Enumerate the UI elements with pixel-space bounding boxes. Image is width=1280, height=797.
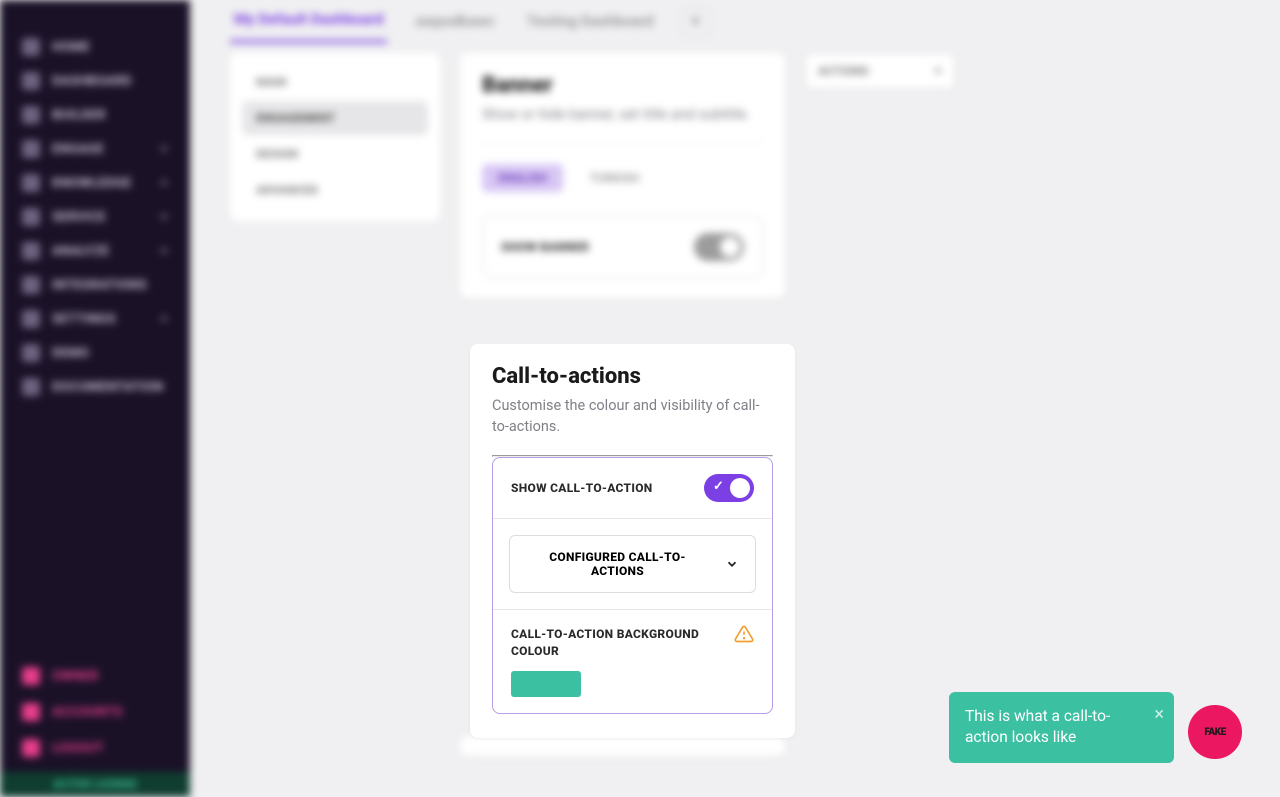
- nav-demo[interactable]: DEMO: [0, 336, 190, 370]
- lang-english[interactable]: ENGLISH: [482, 164, 563, 192]
- warning-icon: [734, 624, 754, 644]
- demo-icon: [22, 344, 40, 362]
- integrations-icon: [22, 276, 40, 294]
- engage-icon: [22, 140, 40, 158]
- owner-icon: [22, 667, 40, 685]
- nav-integrations[interactable]: INTEGRATIONS: [0, 268, 190, 302]
- nav-service[interactable]: SERVICE: [0, 200, 190, 234]
- accounts-icon: [22, 703, 40, 721]
- nav-documentation[interactable]: DOCUMENTATION: [0, 370, 190, 404]
- add-tab-button[interactable]: +: [682, 8, 710, 36]
- settings-category-list: MAIN ENGAGEMENT DESIGN ADVANCED: [230, 53, 440, 221]
- nav-analyze[interactable]: ANALYZE: [0, 234, 190, 268]
- settings-advanced[interactable]: ADVANCED: [242, 173, 428, 207]
- chevron-down-icon: [725, 557, 739, 571]
- chevron-down-icon: [160, 317, 168, 322]
- tab-awpodkawc[interactable]: awpodkawc: [411, 2, 498, 42]
- show-cta-toggle[interactable]: [704, 474, 754, 502]
- close-icon[interactable]: ×: [1154, 702, 1164, 727]
- banner-title: Banner: [482, 73, 763, 98]
- nav-owner[interactable]: OWNER: [0, 658, 190, 694]
- settings-main[interactable]: MAIN: [242, 65, 428, 99]
- nav-knowledge[interactable]: KNOWLEDGE: [0, 166, 190, 200]
- nav-settings[interactable]: SETTINGS: [0, 302, 190, 336]
- chevron-down-icon: [934, 69, 942, 74]
- settings-design[interactable]: DESIGN: [242, 137, 428, 171]
- settings-icon: [22, 310, 40, 328]
- show-banner-row: SHOW BANNER: [482, 216, 763, 278]
- license-badge: ACTIVE LICENSE: [0, 772, 190, 797]
- chevron-down-icon: [160, 181, 168, 186]
- show-cta-label: SHOW CALL-TO-ACTION: [511, 481, 653, 495]
- dashboard-icon: [22, 72, 40, 90]
- settings-engagement[interactable]: ENGAGEMENT: [242, 101, 428, 135]
- nav-logout[interactable]: LOGOUT: [0, 730, 190, 766]
- nav-home[interactable]: HOME: [0, 30, 190, 64]
- nav-engage[interactable]: ENGAGE: [0, 132, 190, 166]
- nav-dashboard[interactable]: DASHBOARD: [0, 64, 190, 98]
- cta-title: Call-to-actions: [492, 364, 773, 389]
- tab-testing-dashboard[interactable]: Testing Dashboard: [523, 2, 658, 42]
- nav-builder[interactable]: BUILDER: [0, 98, 190, 132]
- doc-icon: [22, 378, 40, 396]
- show-banner-label: SHOW BANNER: [501, 240, 589, 254]
- sidebar: HOME DASHBOARD BUILDER ENGAGE KNOWLEDGE …: [0, 0, 190, 797]
- logout-icon: [22, 739, 40, 757]
- fake-fab-button[interactable]: FAKE: [1188, 705, 1242, 759]
- knowledge-icon: [22, 174, 40, 192]
- lang-turkish[interactable]: TURKISH: [573, 164, 655, 192]
- cta-subtitle: Customise the colour and visibility of c…: [492, 395, 773, 437]
- cta-preview-popup: This is what a call-to-action looks like…: [949, 692, 1174, 763]
- tab-default-dashboard[interactable]: My Default Dashboard: [230, 0, 387, 43]
- home-icon: [22, 38, 40, 56]
- service-icon: [22, 208, 40, 226]
- chevron-down-icon: [160, 147, 168, 152]
- builder-icon: [22, 106, 40, 124]
- nav-accounts[interactable]: ACCOUNTS: [0, 694, 190, 730]
- configured-cta-dropdown[interactable]: CONFIGURED CALL-TO-ACTIONS: [509, 535, 756, 593]
- banner-subtitle: Show or hide banner, set title and subti…: [482, 104, 763, 125]
- next-card-peek: [460, 736, 785, 756]
- show-banner-toggle[interactable]: [694, 233, 744, 261]
- chevron-down-icon: [160, 215, 168, 220]
- cta-bg-label: CALL-TO-ACTION BACKGROUND COLOUR: [511, 626, 711, 661]
- actions-dropdown[interactable]: ACTIONS: [805, 53, 955, 89]
- banner-card: Banner Show or hide banner, set title an…: [460, 53, 785, 298]
- show-cta-row: SHOW CALL-TO-ACTION: [493, 458, 772, 518]
- analyze-icon: [22, 242, 40, 260]
- dashboard-tabs: My Default Dashboard awpodkawc Testing D…: [230, 0, 1240, 43]
- chevron-down-icon: [160, 249, 168, 254]
- cta-bg-color-swatch[interactable]: [511, 671, 581, 697]
- cta-card: Call-to-actions Customise the colour and…: [470, 344, 795, 738]
